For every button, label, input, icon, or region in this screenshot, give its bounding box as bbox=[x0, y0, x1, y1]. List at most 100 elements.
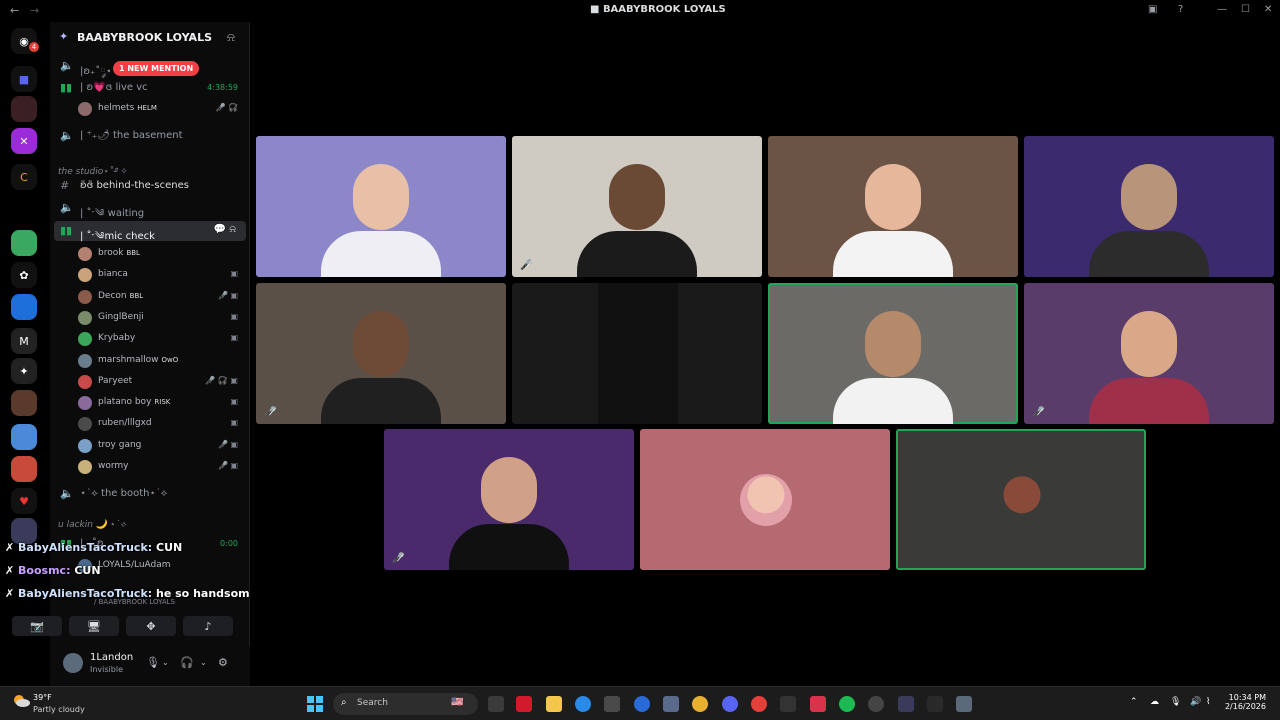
task-view-icon[interactable] bbox=[488, 696, 504, 712]
app-icon-red-2[interactable] bbox=[751, 696, 767, 712]
participant-video bbox=[353, 311, 409, 377]
app-icon-tools[interactable] bbox=[927, 696, 943, 712]
server-icon-10[interactable] bbox=[11, 424, 37, 450]
server-icon-4[interactable] bbox=[11, 230, 37, 256]
app-icon-calc[interactable] bbox=[956, 696, 972, 712]
voice-user-marshmallow[interactable]: marshmallow OwO bbox=[50, 351, 250, 371]
server-header[interactable]: ✦ BAABYBROOK LOYALS ⌄ ⍾ bbox=[50, 28, 250, 48]
voice-status-icons: 🎤̸ ▣ bbox=[217, 439, 238, 449]
server-icon-7[interactable]: M bbox=[11, 328, 37, 354]
video-tile[interactable] bbox=[256, 136, 506, 277]
gear-app-icon[interactable] bbox=[868, 696, 884, 712]
channel-basement[interactable]: 🔈 | ⁺₊🌶 the basement bbox=[50, 126, 250, 146]
edge-icon[interactable] bbox=[575, 696, 591, 712]
video-tile[interactable]: 🎤̸ bbox=[512, 136, 762, 277]
settings-app-icon[interactable] bbox=[663, 696, 679, 712]
app-icon-arrow[interactable] bbox=[898, 696, 914, 712]
camera-off-button[interactable]: 📷̸ bbox=[12, 616, 62, 636]
video-tile[interactable]: 🎤̸ bbox=[1024, 283, 1274, 424]
tray-onedrive-icon[interactable]: ☁ bbox=[1150, 697, 1159, 707]
discord-taskbar-icon[interactable] bbox=[722, 696, 738, 712]
server-icon-2[interactable]: ✕ bbox=[11, 128, 37, 154]
hashtag-icon: # bbox=[60, 179, 70, 192]
taskbar-clock[interactable]: 10:34 PM 2/16/2026 bbox=[1222, 693, 1266, 711]
voice-user-wormy[interactable]: wormy 🎤̸ ▣ bbox=[50, 457, 250, 477]
spotify-icon[interactable] bbox=[839, 696, 855, 712]
taskbar-search-box[interactable]: ⌕ Search 🇺🇸 bbox=[333, 693, 478, 715]
voice-user-decon[interactable]: Decon BBL 🎤̸ ▣ bbox=[50, 287, 250, 307]
voice-user-ruben-lllgxd[interactable]: ruben/lllgxd ▣ bbox=[50, 414, 250, 434]
windows-start-icon[interactable] bbox=[307, 696, 323, 712]
microphone-icon[interactable]: 🎙 bbox=[146, 656, 160, 669]
channel-mic-check[interactable]: ▮▮ | ˚ˑ༄mic check 💬 ⍾ bbox=[54, 221, 246, 242]
app-icon-dark[interactable] bbox=[780, 696, 796, 712]
help-icon[interactable]: ? bbox=[1178, 4, 1183, 15]
forward-arrow-icon[interactable]: → bbox=[30, 4, 39, 17]
tray-mic-icon[interactable]: 🎙 bbox=[1170, 697, 1181, 707]
voice-active-icon: ▮▮ bbox=[60, 81, 73, 94]
close-icon[interactable]: ✕ bbox=[1264, 4, 1272, 15]
tray-chevron-up-icon[interactable]: ⌃ bbox=[1130, 697, 1138, 707]
file-explorer-icon[interactable] bbox=[546, 696, 562, 712]
tray-speaker-icon[interactable]: 🔊 bbox=[1190, 697, 1201, 707]
video-tile[interactable] bbox=[1024, 136, 1274, 277]
weather-icon[interactable] bbox=[12, 694, 30, 708]
server-icon-9[interactable] bbox=[11, 390, 37, 416]
server-icon-12[interactable]: ♥ bbox=[11, 488, 37, 514]
inbox-icon[interactable]: ▣ bbox=[1148, 4, 1157, 15]
server-icon-11[interactable] bbox=[11, 456, 37, 482]
muted-mic-icon: 🎤̸ bbox=[1032, 407, 1045, 418]
voice-user-paryeet[interactable]: Paryeet 🎤̸ 🎧̸ ▣ bbox=[50, 372, 250, 392]
video-tile[interactable] bbox=[768, 136, 1018, 277]
category-u-lackin[interactable]: u lackin 🌙 ⋆˙⟡ bbox=[58, 520, 126, 530]
channel-behind-the-scenes[interactable]: # ʚ̈ɞ̈ behind-the-scenes bbox=[50, 176, 250, 196]
screen-share-button[interactable]: 🖥 bbox=[69, 616, 119, 636]
server-icon-3[interactable]: C bbox=[11, 164, 37, 190]
video-tile[interactable] bbox=[768, 283, 1018, 424]
voice-user-krybaby[interactable]: Krybaby ▣ bbox=[50, 329, 250, 349]
server-icon-5[interactable]: ✿ bbox=[11, 262, 37, 288]
tray-network-icon[interactable]: ⌇ bbox=[1206, 697, 1210, 707]
app-icon-pink[interactable] bbox=[810, 696, 826, 712]
new-mention-pill[interactable]: 1 NEW MENTION bbox=[113, 61, 200, 76]
server-icon-baabybrook[interactable] bbox=[11, 96, 37, 122]
avatar bbox=[78, 396, 92, 411]
chevron-down-icon[interactable]: ⌄ bbox=[200, 658, 207, 667]
avatar[interactable] bbox=[63, 653, 83, 673]
minimize-icon[interactable]: — bbox=[1217, 4, 1227, 15]
channel-the-booth[interactable]: 🔈 ⋆˙⟡ the booth⋆˙⟡ bbox=[50, 484, 250, 504]
invite-people-icon[interactable]: ⍾ bbox=[227, 30, 235, 45]
chrome-icon[interactable] bbox=[692, 696, 708, 712]
chevron-down-icon[interactable]: ⌄ bbox=[162, 658, 169, 667]
activities-button[interactable]: ✥ bbox=[126, 616, 176, 636]
chat-and-invite-icons[interactable]: 💬 ⍾ bbox=[214, 224, 236, 235]
muted-mic-icon: 🎤̸ bbox=[392, 553, 405, 564]
voice-status-icons: 🎤̸ ▣ bbox=[217, 290, 238, 300]
video-tile[interactable] bbox=[512, 283, 762, 424]
channel-waiting[interactable]: 🔈 | ˚ˑ༄ waiting bbox=[50, 198, 250, 219]
voice-user-brook[interactable]: brook BBL bbox=[50, 244, 250, 264]
video-tile[interactable] bbox=[896, 429, 1146, 570]
user-panel: 1Landon Invisible 🎙 ⌄ 🎧 ⌄ ⚙ bbox=[50, 646, 250, 686]
voice-user-ginglbenji[interactable]: GinglBenji ▣ bbox=[50, 308, 250, 328]
gear-icon[interactable]: ⚙ bbox=[218, 656, 228, 669]
headphones-icon[interactable]: 🎧 bbox=[180, 656, 194, 669]
voice-user-bianca[interactable]: bianca ▣ bbox=[50, 265, 250, 285]
voice-user-helmets[interactable]: helmets HELM 🎤̸ 🎧̸ bbox=[50, 99, 250, 119]
voice-user-troy-gang[interactable]: troy gang 🎤̸ ▣ bbox=[50, 436, 250, 456]
store-icon[interactable] bbox=[604, 696, 620, 712]
server-icon-6[interactable] bbox=[11, 294, 37, 320]
app-icon-red[interactable] bbox=[516, 696, 532, 712]
soundboard-button[interactable]: ♪ bbox=[183, 616, 233, 636]
voice-user-platano-boy[interactable]: platano boy RISK ▣ bbox=[50, 393, 250, 413]
server-icon-8[interactable]: ✦ bbox=[11, 358, 37, 384]
maximize-icon[interactable]: ☐ bbox=[1241, 4, 1250, 15]
video-tile[interactable]: 🎤̸ bbox=[384, 429, 634, 570]
video-tile[interactable] bbox=[640, 429, 890, 570]
folder-icon[interactable]: ■ bbox=[11, 66, 37, 92]
channel-live-vc[interactable]: ▮▮ | ʚ💗ɞ live vc 4:38:59 bbox=[50, 78, 250, 98]
app-icon-blue[interactable] bbox=[634, 696, 650, 712]
voice-status-icons: ▣ bbox=[230, 418, 238, 428]
back-arrow-icon[interactable]: ← bbox=[10, 4, 19, 17]
video-tile[interactable]: 🎤̸ bbox=[256, 283, 506, 424]
